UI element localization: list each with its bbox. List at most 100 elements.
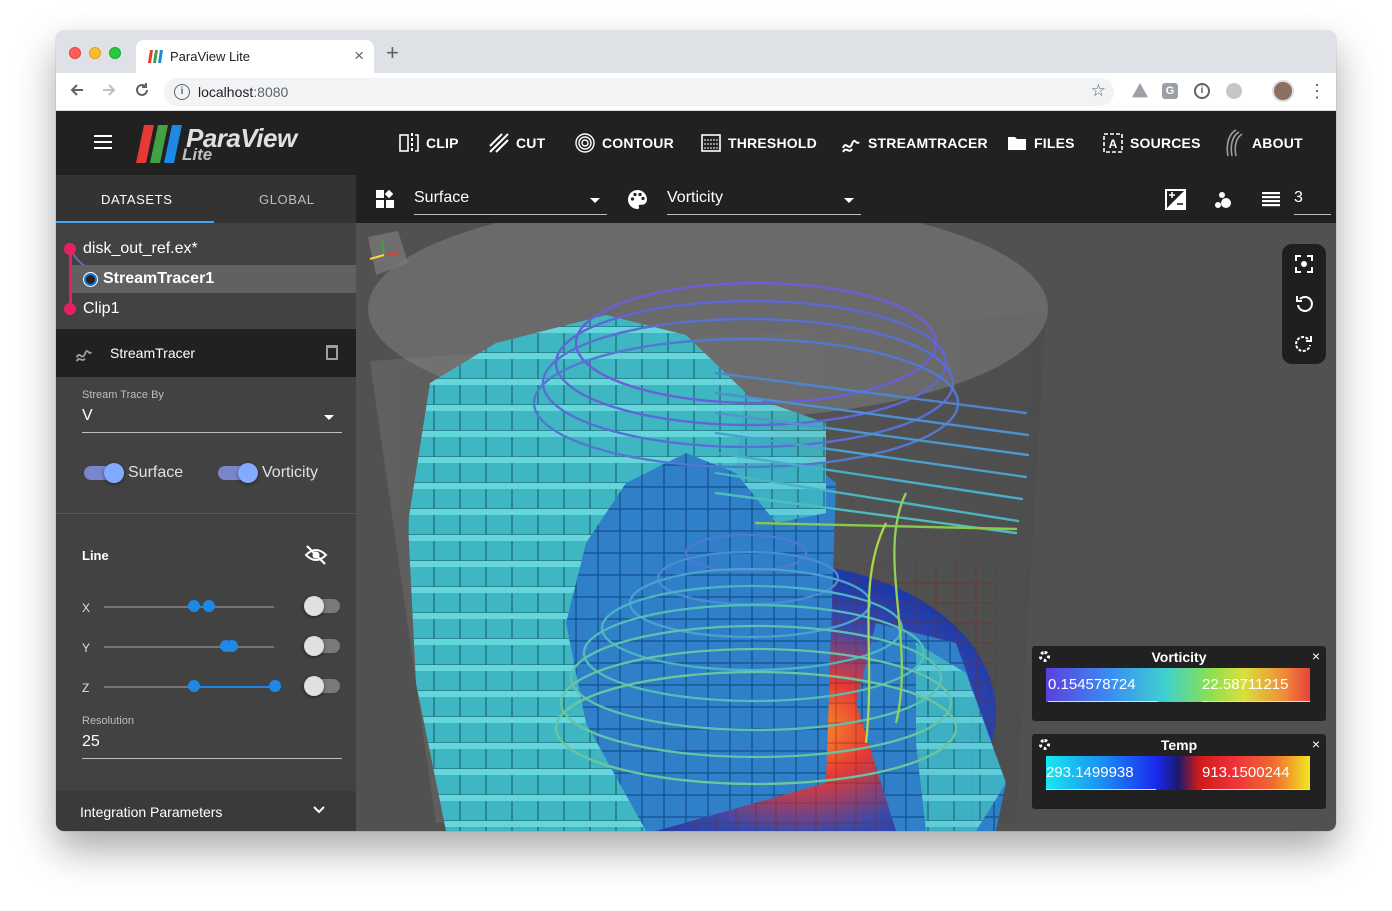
circle-extension-icon[interactable]: [1226, 83, 1242, 99]
representation-icon: [376, 189, 394, 208]
viewport-toolbar: Surface Vorticity 3: [356, 175, 1336, 223]
streamtracer-icon: [75, 350, 92, 362]
chevron-down-icon: [844, 198, 854, 203]
profile-avatar[interactable]: [1272, 80, 1294, 102]
clip-button[interactable]: CLIP: [398, 132, 459, 154]
address-bar[interactable]: i localhost:8080 ☆: [164, 78, 1114, 106]
info-extension-icon[interactable]: i: [1194, 83, 1210, 99]
layer-count-input[interactable]: 3: [1294, 185, 1331, 215]
cut-button[interactable]: CUT: [488, 132, 545, 154]
y-slider-max-thumb[interactable]: [226, 640, 238, 652]
rotate-left-icon[interactable]: [1294, 294, 1314, 314]
pipeline-item-clip[interactable]: Clip1: [83, 300, 119, 318]
pipeline-item-streamtracer[interactable]: StreamTracer1: [103, 270, 214, 288]
z-toggle[interactable]: [304, 676, 340, 696]
browser-window: ParaView Lite × + i localhost:8080 ☆ G i…: [56, 31, 1336, 831]
paraview-favicon-icon: [148, 50, 163, 63]
g-extension-icon[interactable]: G: [1162, 83, 1178, 99]
integration-parameters-header[interactable]: Integration Parameters: [56, 791, 356, 831]
input-underline: [82, 758, 342, 759]
chevron-down-icon[interactable]: [324, 415, 334, 420]
resolution-input[interactable]: 25: [82, 733, 100, 751]
bookmark-star-icon[interactable]: ☆: [1091, 81, 1106, 101]
menu-icon[interactable]: [94, 135, 112, 149]
minimize-window-button[interactable]: [89, 47, 101, 59]
streamtracer-button[interactable]: STREAMTRACER: [840, 132, 988, 154]
axis-label-x: X: [82, 601, 91, 615]
source-header: StreamTracer: [56, 329, 356, 377]
folder-icon: [1008, 137, 1026, 150]
palette-icon: [628, 190, 647, 209]
y-toggle[interactable]: [304, 636, 340, 656]
temp-color-legend: Temp × 293.1499938 913.1500244: [1032, 734, 1326, 809]
bubbles-icon[interactable]: [1213, 190, 1233, 210]
legend-title: Vorticity: [1151, 649, 1207, 665]
back-icon[interactable]: [66, 81, 88, 103]
pipeline-node-dot[interactable]: [64, 243, 76, 255]
contour-button[interactable]: CONTOUR: [574, 132, 674, 154]
active-tab-indicator: [56, 221, 214, 223]
pipeline-node-dot[interactable]: [64, 303, 76, 315]
tab-global[interactable]: GLOBAL: [259, 192, 315, 207]
x-slider-max-thumb[interactable]: [203, 600, 215, 612]
layers-icon[interactable]: [1261, 191, 1281, 207]
x-slider-min-thumb[interactable]: [188, 600, 200, 612]
files-label: FILES: [1034, 135, 1075, 151]
surface-switch[interactable]: [84, 463, 124, 483]
close-icon[interactable]: ×: [1312, 736, 1320, 752]
tab-datasets[interactable]: DATASETS: [101, 192, 173, 207]
tab-close-icon[interactable]: ×: [354, 46, 364, 66]
threshold-icon: [701, 134, 721, 152]
new-tab-button[interactable]: +: [386, 42, 399, 64]
vorticity-color-legend: Vorticity × 0.154578724 22.58711215: [1032, 646, 1326, 721]
z-slider-max-thumb[interactable]: [269, 680, 281, 692]
x-toggle[interactable]: [304, 596, 340, 616]
drive-extension-icon[interactable]: [1132, 83, 1148, 98]
select-underline: [82, 432, 342, 433]
browser-menu-icon[interactable]: ⋮: [1308, 81, 1326, 102]
stream-trace-by-select[interactable]: V: [82, 407, 93, 425]
cut-icon: [489, 133, 509, 153]
delete-icon[interactable]: [326, 345, 338, 360]
browser-toolbar: i localhost:8080 ☆ G i ⋮: [56, 73, 1336, 111]
vorticity-switch[interactable]: [218, 463, 258, 483]
representation-select[interactable]: Surface: [414, 185, 607, 215]
clip-label: CLIP: [426, 135, 459, 151]
pipeline-browser: disk_out_ref.ex* StreamTracer1 Clip1: [56, 233, 356, 329]
layer-count-value: 3: [1294, 189, 1303, 206]
legend-max-value[interactable]: 22.58711215: [1202, 676, 1308, 693]
pipeline-item-dataset[interactable]: disk_out_ref.ex*: [83, 240, 198, 258]
contour-icon: [575, 133, 595, 153]
legend-max-value[interactable]: 913.1500244: [1202, 764, 1308, 781]
pipeline-node-selected[interactable]: [84, 273, 97, 286]
threshold-label: THRESHOLD: [728, 135, 817, 151]
site-info-icon[interactable]: i: [174, 84, 190, 100]
vorticity-switch-label: Vorticity: [262, 464, 319, 481]
cut-label: CUT: [516, 135, 546, 151]
divider: [56, 513, 356, 514]
eye-off-icon[interactable]: [304, 544, 328, 566]
legend-min-value[interactable]: 293.1499938: [1046, 764, 1144, 781]
paraview-logo-icon: [136, 125, 182, 163]
legend-min-value[interactable]: 0.154578724: [1048, 676, 1146, 693]
reset-camera-icon[interactable]: [1294, 254, 1314, 274]
color-range-icon[interactable]: [1165, 189, 1186, 210]
legend-title: Temp: [1160, 737, 1198, 753]
forward-icon[interactable]: [98, 81, 120, 103]
sources-button[interactable]: A SOURCES: [1102, 132, 1201, 154]
left-panel: DATASETS GLOBAL disk_out_ref.ex* StreamT…: [56, 175, 356, 831]
rotate-right-icon[interactable]: [1294, 334, 1314, 354]
line-section-title: Line: [82, 548, 109, 563]
y-slider-track[interactable]: [104, 646, 274, 648]
threshold-button[interactable]: THRESHOLD: [700, 132, 817, 154]
browser-tab[interactable]: ParaView Lite ×: [136, 40, 374, 73]
close-window-button[interactable]: [69, 47, 81, 59]
files-button[interactable]: FILES: [1006, 132, 1075, 154]
logo-subtext: Lite: [182, 145, 213, 164]
about-button[interactable]: ABOUT: [1222, 129, 1303, 157]
z-slider-min-thumb[interactable]: [188, 680, 200, 692]
reload-icon[interactable]: [131, 81, 153, 103]
maximize-window-button[interactable]: [109, 47, 121, 59]
close-icon[interactable]: ×: [1312, 648, 1320, 664]
color-by-select[interactable]: Vorticity: [667, 185, 861, 215]
